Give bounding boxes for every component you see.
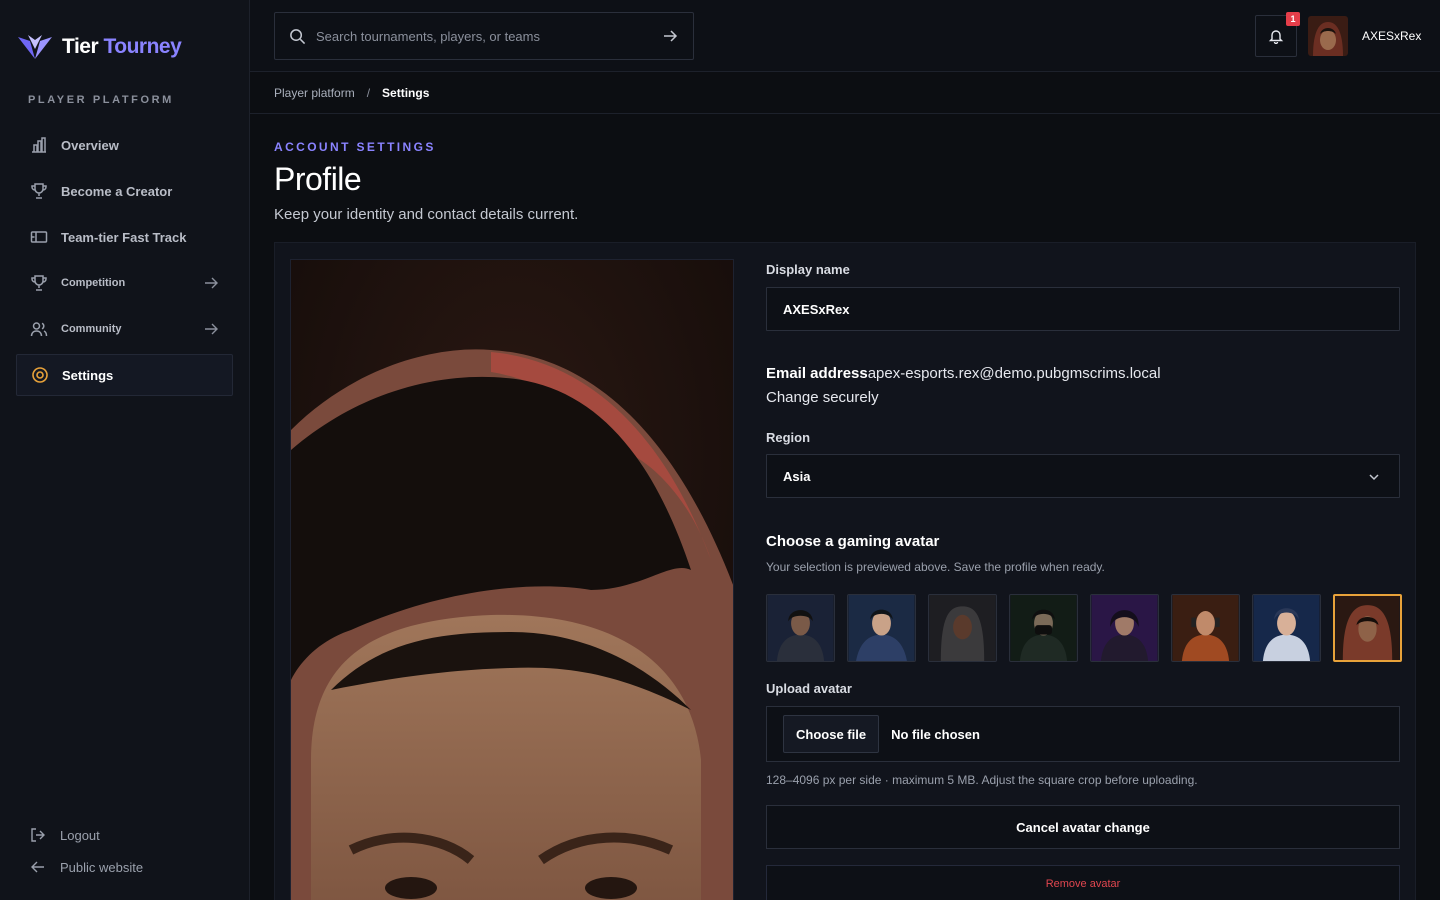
avatar-option[interactable] bbox=[1009, 594, 1078, 662]
sidebar-item-label: Overview bbox=[61, 137, 119, 153]
sidebar-item-community[interactable]: Community bbox=[16, 308, 233, 350]
topbar: 1 AXESxRex bbox=[250, 0, 1440, 72]
chevron-down-icon bbox=[1369, 474, 1379, 481]
avatar-option[interactable] bbox=[1252, 594, 1321, 662]
avatar-option-selected[interactable] bbox=[1333, 594, 1402, 662]
avatar-preview bbox=[290, 259, 734, 900]
notifications-button[interactable]: 1 bbox=[1255, 12, 1300, 57]
avatar-options bbox=[766, 594, 1402, 662]
remove-avatar-button[interactable]: Remove avatar bbox=[766, 865, 1400, 900]
sidebar-item-label: Team-tier Fast Track bbox=[61, 229, 187, 245]
search-box bbox=[274, 12, 694, 60]
search-submit-arrow-icon[interactable] bbox=[661, 27, 679, 45]
choose-file-button[interactable]: Choose file bbox=[783, 715, 880, 753]
notification-count-badge: 1 bbox=[1286, 12, 1300, 26]
sidebar: Tier Tourney PLAYER PLATFORM Overview Be… bbox=[0, 0, 250, 900]
avatar-option[interactable] bbox=[847, 594, 916, 662]
trophy-icon bbox=[30, 274, 48, 292]
breadcrumb-parent[interactable]: Player platform bbox=[274, 86, 355, 100]
sidebar-item-fast-track[interactable]: Team-tier Fast Track bbox=[16, 216, 233, 258]
sidebar-item-become-creator[interactable]: Become a Creator bbox=[16, 170, 233, 212]
users-icon bbox=[30, 320, 48, 338]
sidebar-item-competition[interactable]: Competition bbox=[16, 262, 233, 304]
ticket-icon bbox=[30, 228, 48, 246]
arrow-right-icon bbox=[205, 323, 218, 335]
arrow-right-icon bbox=[205, 277, 218, 289]
file-upload-field: Choose file No file chosen bbox=[766, 706, 1400, 762]
change-email-link[interactable]: Change securely bbox=[766, 389, 879, 406]
search-icon bbox=[290, 28, 306, 44]
avatar-option[interactable] bbox=[766, 594, 835, 662]
sidebar-item-label: Competition bbox=[61, 277, 126, 289]
search-input[interactable] bbox=[316, 28, 661, 44]
sidebar-nav: Overview Become a Creator Team-tier Fast… bbox=[16, 124, 233, 400]
public-website-link[interactable]: Public website bbox=[30, 854, 143, 880]
display-name-label: Display name bbox=[766, 262, 850, 277]
region-select[interactable]: Asia bbox=[766, 454, 1400, 498]
region-label: Region bbox=[766, 430, 811, 445]
file-status: No file chosen bbox=[891, 726, 980, 742]
sidebar-item-overview[interactable]: Overview bbox=[16, 124, 233, 166]
email-value: apex-esports.rex@demo.pubgmscrims.local bbox=[867, 365, 1161, 382]
avatar-option[interactable] bbox=[1090, 594, 1159, 662]
sidebar-item-label: Become a Creator bbox=[61, 183, 173, 199]
brand-name: Tier Tourney bbox=[62, 35, 182, 58]
avatar-section-title: Choose a gaming avatar bbox=[766, 533, 940, 550]
arrow-left-icon bbox=[31, 861, 44, 873]
sidebar-section-label: PLAYER PLATFORM bbox=[28, 94, 174, 106]
brand-logo-icon bbox=[18, 35, 52, 59]
public-website-label: Public website bbox=[60, 859, 144, 875]
email-label: Email address bbox=[766, 365, 868, 382]
breadcrumb: Player platform / Settings bbox=[250, 72, 1440, 114]
upload-avatar-label: Upload avatar bbox=[766, 681, 852, 696]
settings-icon bbox=[31, 366, 49, 384]
region-select-value: Asia bbox=[783, 468, 811, 484]
avatar-section-help: Your selection is previewed above. Save … bbox=[766, 560, 1105, 574]
section-eyebrow: ACCOUNT SETTINGS bbox=[274, 140, 436, 154]
breadcrumb-current: Settings bbox=[382, 85, 430, 100]
avatar bbox=[1308, 16, 1348, 56]
page-title: Profile bbox=[274, 161, 362, 197]
bell-icon bbox=[1268, 30, 1284, 44]
logout-icon bbox=[31, 828, 45, 842]
username: AXESxRex bbox=[1362, 29, 1422, 43]
breadcrumb-separator: / bbox=[366, 85, 371, 100]
display-name-field[interactable]: AXESxRex bbox=[766, 287, 1400, 331]
bar-chart-icon bbox=[30, 136, 48, 154]
cancel-avatar-change-button[interactable]: Cancel avatar change bbox=[766, 805, 1400, 849]
brand-logo-link[interactable]: Tier Tourney bbox=[16, 30, 182, 64]
user-menu[interactable]: AXESxRex bbox=[1308, 16, 1421, 56]
upload-help-text: 128–4096 px per side · maximum 5 MB. Adj… bbox=[766, 773, 1198, 787]
sidebar-footer: Logout Public website bbox=[30, 822, 143, 886]
sidebar-item-label: Community bbox=[61, 323, 122, 335]
email-row: Email addressapex-esports.rex@demo.pubgm… bbox=[766, 365, 1161, 382]
trophy-icon bbox=[30, 182, 48, 200]
sidebar-item-settings[interactable]: Settings bbox=[16, 354, 233, 396]
avatar-option[interactable] bbox=[1171, 594, 1240, 662]
logout-link[interactable]: Logout bbox=[30, 822, 143, 848]
logout-label: Logout bbox=[60, 827, 100, 843]
avatar-option[interactable] bbox=[928, 594, 997, 662]
sidebar-item-label: Settings bbox=[62, 367, 114, 383]
page-subtitle: Keep your identity and contact details c… bbox=[274, 206, 579, 223]
